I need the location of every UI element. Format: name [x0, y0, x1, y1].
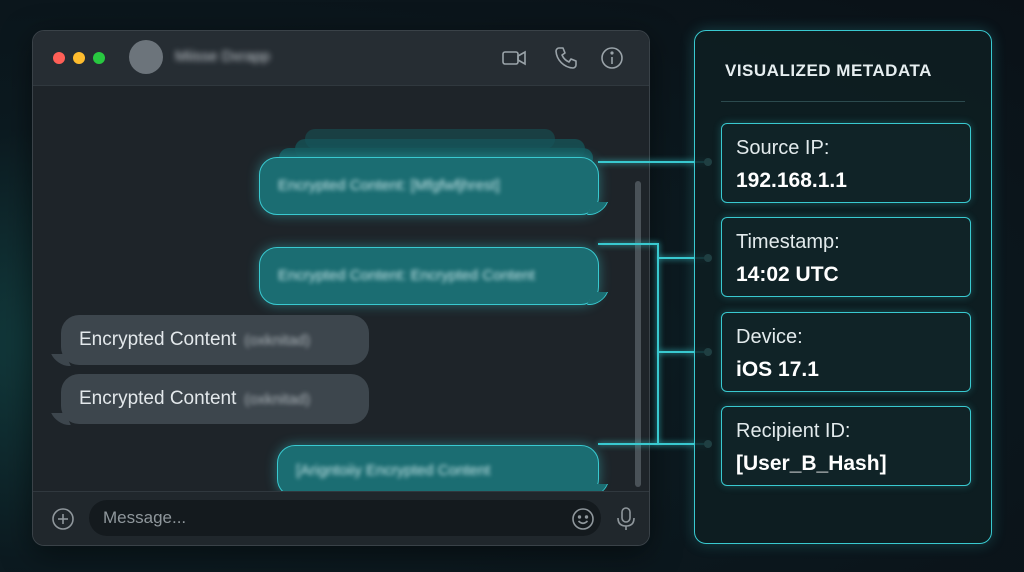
panel-title: VISUALIZED METADATA	[725, 61, 932, 80]
info-icon[interactable]	[599, 45, 625, 71]
maximize-window-button[interactable]	[93, 52, 105, 64]
message-text: Encrypted Content: [Mfgfwfjhrest]	[278, 177, 500, 194]
avatar[interactable]	[129, 40, 163, 74]
metadata-card-source-ip: Source IP: 192.168.1.1	[721, 123, 971, 203]
obscured-text: (oxknitad)	[244, 331, 311, 349]
metadata-value: 14:02 UTC	[736, 263, 839, 286]
title-bar: Miisse Dxrapp	[33, 31, 649, 86]
outgoing-message-bubble[interactable]: [Arigntoiiy Encrypted Content	[277, 445, 599, 497]
message-text: [Arigntoiiy Encrypted Content	[296, 462, 491, 479]
add-icon[interactable]	[51, 507, 75, 531]
message-text: Encrypted Content	[79, 329, 237, 350]
video-icon[interactable]	[501, 45, 527, 71]
message-text: Encrypted Content: Encrypted Content	[278, 267, 535, 284]
incoming-message-bubble[interactable]: Encrypted Content (oxknitad)	[61, 374, 369, 424]
message-composer	[33, 491, 649, 545]
metadata-card-device: Device: iOS 17.1	[721, 312, 971, 392]
metadata-label: Timestamp:	[736, 231, 840, 253]
close-window-button[interactable]	[53, 52, 65, 64]
message-list[interactable]: Encrypted Content: [Mfgfwfjhrest] Encryp…	[33, 86, 649, 497]
obscured-text: (oxknitad)	[244, 390, 311, 408]
phone-icon[interactable]	[553, 45, 579, 71]
message-text: Encrypted Content	[79, 388, 237, 409]
metadata-label: Device:	[736, 326, 803, 348]
metadata-label: Source IP:	[736, 137, 830, 159]
metadata-value: iOS 17.1	[736, 358, 819, 381]
chat-window: Miisse Dxrapp Encrypted Content: [Mfgfwf…	[32, 30, 650, 546]
outgoing-message-bubble[interactable]: Encrypted Content: Encrypted Content	[259, 247, 599, 305]
metadata-card-timestamp: Timestamp: 14:02 UTC	[721, 217, 971, 297]
metadata-value: 192.168.1.1	[736, 169, 847, 192]
outgoing-message-bubble[interactable]: Encrypted Content: [Mfgfwfjhrest]	[259, 157, 599, 215]
scrollbar[interactable]	[635, 181, 641, 487]
metadata-value: [User_B_Hash]	[736, 452, 887, 475]
minimize-window-button[interactable]	[73, 52, 85, 64]
metadata-label: Recipient ID:	[736, 420, 851, 442]
contact-name[interactable]: Miisse Dxrapp	[175, 48, 270, 65]
metadata-panel: VISUALIZED METADATA Source IP: 192.168.1…	[694, 30, 992, 544]
emoji-icon[interactable]	[571, 507, 595, 531]
metadata-card-recipient-id: Recipient ID: [User_B_Hash]	[721, 406, 971, 486]
incoming-message-bubble[interactable]: Encrypted Content (oxknitad)	[61, 315, 369, 365]
microphone-icon[interactable]	[615, 506, 637, 532]
message-input[interactable]	[89, 500, 601, 536]
divider	[721, 101, 965, 102]
